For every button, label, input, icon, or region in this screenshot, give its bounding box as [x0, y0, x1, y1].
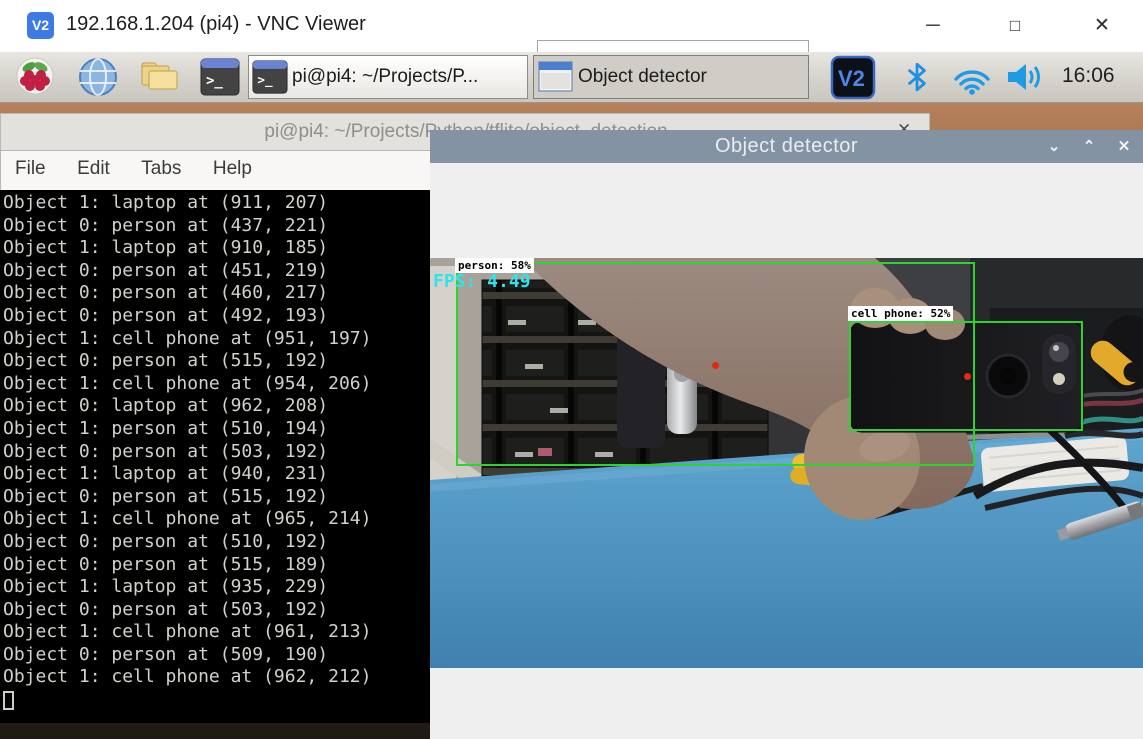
menu-file[interactable]: File	[15, 158, 46, 180]
menu-help[interactable]: Help	[213, 158, 252, 180]
bluetooth-icon[interactable]	[904, 61, 930, 93]
taskbar-button-terminal[interactable]: >_ pi@pi4: ~/Projects/P...	[248, 55, 528, 99]
taskbar-button-terminal-label: pi@pi4: ~/Projects/P...	[292, 66, 478, 88]
shade-icon[interactable]: ⌄	[1042, 137, 1066, 155]
vnc-viewer-window: V2 192.168.1.204 (pi4) - VNC Viewer ─ □ …	[0, 0, 1143, 739]
camera-feed[interactable]: person: 58% cell phone: 52% FPS: 4.49	[430, 258, 1143, 668]
close-button[interactable]: ✕	[1072, 0, 1132, 52]
cellphone-detection-label: cell phone: 52%	[848, 306, 953, 321]
menu-edit[interactable]: Edit	[77, 158, 110, 180]
svg-text:>_: >_	[257, 72, 273, 88]
svg-text:V2: V2	[838, 66, 865, 91]
window-title: 192.168.1.204 (pi4) - VNC Viewer	[66, 13, 366, 36]
svg-text:>_: >_	[206, 73, 223, 89]
vnc-server-tray-icon[interactable]: V2	[830, 55, 876, 100]
clock[interactable]: 16:06	[1062, 64, 1115, 88]
cellphone-center-dot	[964, 373, 971, 380]
terminal-cursor	[3, 691, 14, 710]
file-manager-icon[interactable]	[140, 57, 180, 93]
fps-readout: FPS: 4.49	[433, 271, 531, 292]
taskbar-button-object-detector-label: Object detector	[578, 66, 707, 88]
volume-icon[interactable]	[1004, 61, 1046, 93]
taskbar: >_ >_ pi@pi4: ~/Projects/P... Object de	[0, 52, 1143, 103]
object-detector-window: Object detector ⌄ ⌃ ✕	[430, 130, 1143, 739]
person-center-dot	[712, 362, 719, 369]
wifi-icon[interactable]	[950, 61, 994, 95]
maximize-button[interactable]: □	[985, 0, 1045, 52]
detector-titlebar[interactable]: Object detector ⌄ ⌃ ✕	[430, 130, 1143, 163]
unshade-icon[interactable]: ⌃	[1077, 137, 1101, 155]
vnc-app-icon: V2	[27, 12, 54, 39]
terminal-launcher-icon[interactable]: >_	[200, 57, 240, 97]
raspberry-menu-icon[interactable]	[16, 57, 54, 95]
web-browser-icon[interactable]	[78, 57, 118, 97]
detector-close-icon[interactable]: ✕	[1112, 137, 1136, 155]
remote-desktop: pi@pi4: ~/Projects/Python/tflite/object_…	[0, 52, 1143, 739]
taskbar-button-object-detector[interactable]: Object detector	[533, 55, 809, 99]
app-window-icon	[538, 61, 574, 93]
menu-tabs[interactable]: Tabs	[141, 158, 181, 180]
terminal-window-icon: >_	[252, 59, 288, 95]
minimize-button[interactable]: ─	[903, 0, 963, 52]
vnc-titlebar[interactable]: V2 192.168.1.204 (pi4) - VNC Viewer ─ □ …	[0, 0, 1143, 52]
detector-title: Object detector	[430, 135, 1143, 158]
